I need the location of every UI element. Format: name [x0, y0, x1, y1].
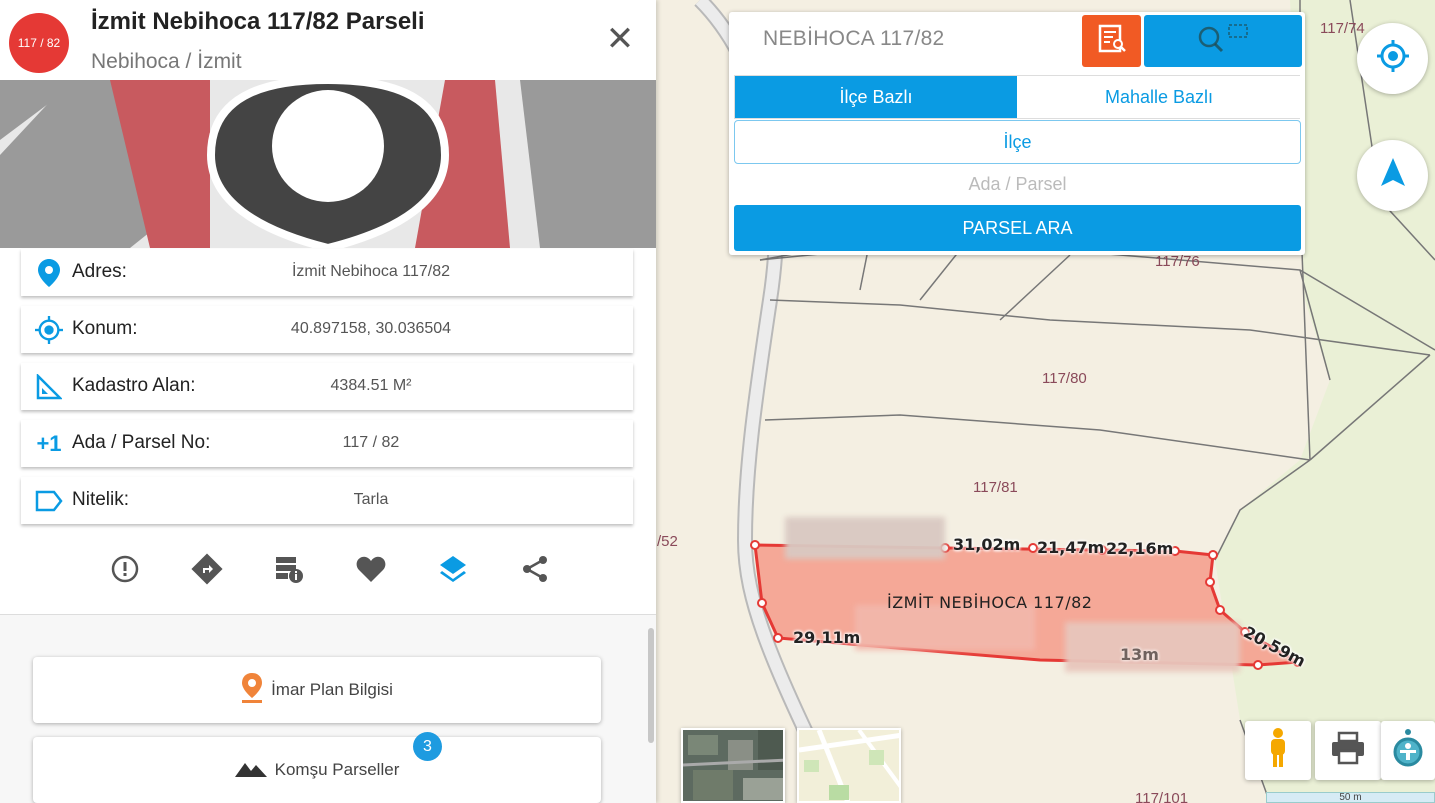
- ada-parsel-input[interactable]: Ada / Parsel: [734, 165, 1301, 203]
- map-pin-icon: [241, 672, 263, 708]
- accessibility-button[interactable]: [1381, 721, 1435, 780]
- komsu-parseller-label: Komşu Parseller: [274, 760, 400, 779]
- location-pin-icon: [35, 259, 63, 287]
- navigation-arrow-icon: [1380, 158, 1406, 193]
- tab-mahalle-bazli[interactable]: Mahalle Bazlı: [1018, 76, 1300, 118]
- panel-scrollbar[interactable]: [648, 628, 654, 743]
- selected-parcel-name: İZMİT NEBİHOCA 117/82: [887, 593, 1093, 612]
- measurement-label: 29,11m: [793, 628, 861, 647]
- tag-icon: [35, 487, 63, 515]
- layers-icon[interactable]: [437, 552, 469, 586]
- accessibility-icon: [1388, 726, 1428, 775]
- quality-label: Nitelik:: [72, 489, 130, 510]
- document-search-button[interactable]: [1082, 15, 1141, 67]
- my-location-button[interactable]: [1357, 23, 1428, 94]
- gps-icon: [1376, 39, 1410, 78]
- satellite-layer-thumbnail[interactable]: [681, 728, 785, 803]
- ruler-triangle-icon: [35, 373, 63, 401]
- address-label: Adres:: [72, 261, 127, 282]
- measurement-label: 22,16m: [1106, 539, 1174, 558]
- street-view-button[interactable]: [1245, 721, 1311, 780]
- location-pin-illustration: [0, 80, 656, 248]
- location-label: Konum:: [72, 318, 138, 339]
- compass-button[interactable]: [1357, 140, 1428, 211]
- pegman-icon: [1267, 727, 1289, 774]
- measurement-label: 31,02m: [953, 535, 1021, 554]
- parcel-label: 117/101: [1135, 790, 1189, 803]
- measurement-label: 13m: [1120, 645, 1159, 664]
- print-button[interactable]: [1315, 721, 1381, 780]
- info-row-parcel: +1 Ada / Parsel No: 117 / 82: [21, 420, 633, 467]
- redacted-area: [785, 517, 945, 559]
- search-input[interactable]: NEBİHOCA 117/82: [763, 27, 945, 51]
- quality-value: Tarla: [353, 491, 389, 508]
- parcel-search-box: NEBİHOCA 117/82 İlçe Bazlı Mahalle Bazlı…: [729, 12, 1305, 255]
- search-mode-tabs: İlçe Bazlı Mahalle Bazlı: [734, 75, 1300, 119]
- street-map-layer-thumbnail[interactable]: [797, 728, 901, 803]
- area-value: 4384.51 M²: [330, 377, 412, 394]
- imar-plan-label: İmar Plan Bilgisi: [271, 680, 393, 699]
- measurement-label: 21,47m: [1037, 538, 1105, 557]
- parcel-label: Ada / Parsel No:: [72, 432, 211, 453]
- page-subtitle: Nebihoca / İzmit: [91, 50, 242, 73]
- location-value: 40.897158, 30.036504: [290, 320, 452, 337]
- map-scale: 50 m: [1266, 792, 1435, 803]
- server-info-icon[interactable]: [273, 552, 305, 586]
- neighbor-count-badge: 3: [413, 732, 442, 761]
- search-button[interactable]: [1144, 15, 1302, 67]
- info-row-location: Konum: 40.897158, 30.036504: [21, 306, 633, 353]
- search-select-icon: [1195, 23, 1251, 60]
- alert-icon[interactable]: [109, 552, 141, 586]
- mountain-icon: [234, 759, 267, 782]
- action-bar: [0, 548, 656, 592]
- parcel-label: /52: [657, 533, 678, 550]
- address-value: İzmit Nebihoca 117/82: [291, 263, 450, 280]
- area-label: Kadastro Alan:: [72, 375, 196, 396]
- imar-plan-button[interactable]: İmar Plan Bilgisi: [33, 657, 601, 723]
- parcel-label: 117/80: [1042, 370, 1087, 387]
- parsel-ara-button[interactable]: PARSEL ARA: [734, 205, 1301, 251]
- parcel-value: 117 / 82: [342, 434, 400, 451]
- komsu-parseller-button[interactable]: Komşu Parseller: [33, 737, 601, 803]
- info-row-address: Adres: İzmit Nebihoca 117/82: [21, 249, 633, 296]
- parcel-info-panel: 117 / 82 İzmit Nebihoca 117/82 Parseli N…: [0, 0, 656, 803]
- directions-icon[interactable]: [191, 552, 223, 586]
- tab-ilce-bazli[interactable]: İlçe Bazlı: [735, 76, 1017, 118]
- crosshair-icon: [35, 316, 63, 344]
- printer-icon: [1330, 731, 1366, 770]
- share-icon[interactable]: [519, 552, 551, 586]
- page-title: İzmit Nebihoca 117/82 Parseli: [91, 8, 425, 35]
- plus-one-icon: +1: [36, 431, 62, 456]
- parcel-label: 117/76: [1155, 253, 1200, 270]
- parcel-hero-image: [0, 80, 656, 248]
- info-row-area: Kadastro Alan: 4384.51 M²: [21, 363, 633, 410]
- parcel-badge: 117 / 82: [9, 13, 69, 73]
- info-row-quality: Nitelik: Tarla: [21, 477, 633, 524]
- ilce-select[interactable]: İlçe: [734, 120, 1301, 164]
- parcel-label: 117/74: [1320, 20, 1365, 37]
- close-icon[interactable]: ✕: [604, 22, 636, 56]
- document-search-icon: [1096, 23, 1128, 60]
- panel-header: 117 / 82 İzmit Nebihoca 117/82 Parseli N…: [0, 0, 656, 80]
- heart-icon[interactable]: [355, 552, 387, 586]
- parcel-label: 117/81: [973, 479, 1018, 496]
